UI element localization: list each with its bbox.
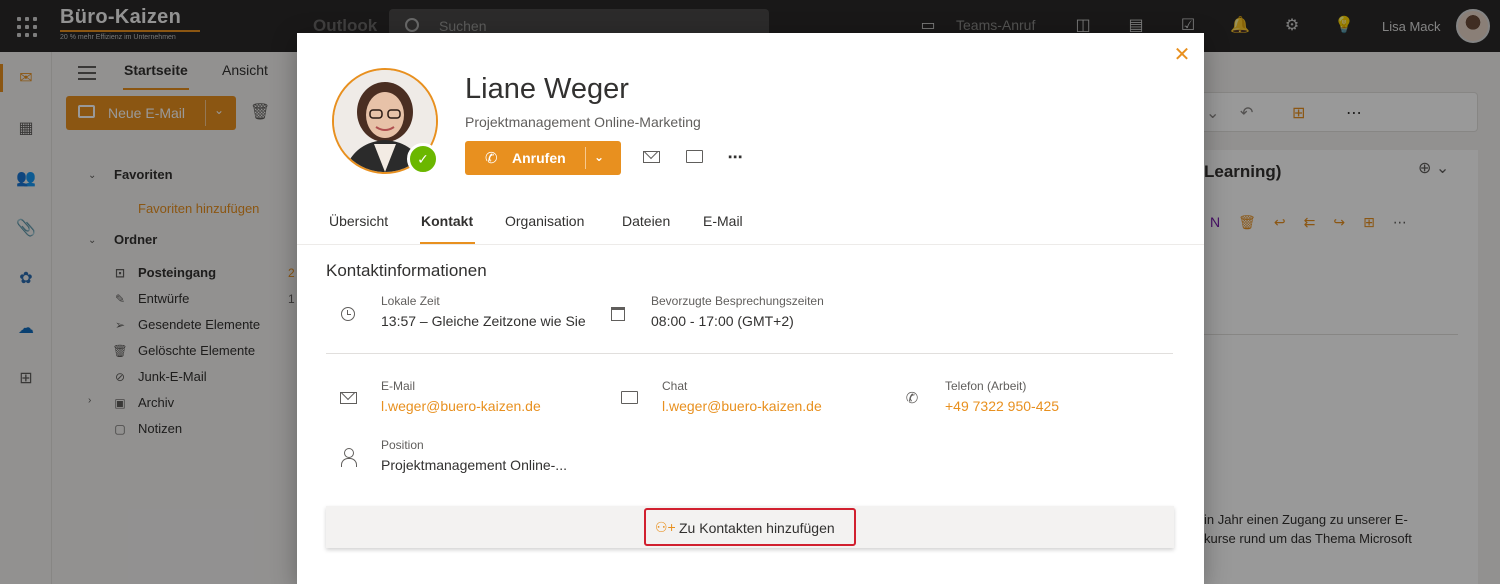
phone-link[interactable]: +49 7322 950-425 [945, 398, 1059, 414]
contact-job-title: Projektmanagement Online-Marketing [465, 114, 701, 130]
button-separator [585, 147, 586, 169]
calendar-clock-icon [608, 304, 628, 324]
more-icon[interactable]: ⋯ [724, 148, 746, 168]
section-title: Kontaktinformationen [326, 261, 487, 280]
mail-icon [642, 151, 660, 163]
local-time-label: Lokale Zeit [381, 294, 440, 308]
tab-email[interactable]: E-Mail [703, 213, 743, 229]
divider [326, 353, 1173, 354]
add-to-contacts-button[interactable]: ⚇+ Zu Kontakten hinzufügen [644, 508, 856, 546]
send-email-button[interactable] [640, 148, 662, 168]
call-button[interactable]: ✆ Anrufen ⌄ [465, 141, 621, 175]
close-icon[interactable]: ✕ [1172, 45, 1192, 65]
tab-organisation[interactable]: Organisation [505, 213, 584, 229]
meeting-times-value: 08:00 - 17:00 (GMT+2) [651, 313, 794, 329]
position-value: Projektmanagement Online-... [381, 457, 567, 473]
mail-icon [338, 389, 358, 409]
tab-kontakt[interactable]: Kontakt [421, 213, 473, 229]
contact-card: ✕ ✓ Liane Weger Projektmanagement Online… [297, 33, 1204, 584]
add-contact-bar: ⚇+ Zu Kontakten hinzufügen [326, 506, 1174, 548]
meeting-times-label: Bevorzugte Besprechungszeiten [651, 294, 824, 308]
chat-label: Chat [662, 379, 688, 393]
active-tab-indicator [420, 242, 475, 244]
tab-uebersicht[interactable]: Übersicht [329, 213, 388, 229]
chat-button[interactable] [683, 148, 705, 168]
clock-icon [338, 304, 358, 324]
contact-tabs: Übersicht Kontakt Organisation Dateien E… [297, 205, 1204, 245]
email-label: E-Mail [381, 379, 416, 393]
presence-available-icon: ✓ [407, 143, 439, 175]
phone-icon: ✆ [905, 390, 919, 407]
chevron-down-icon[interactable]: ⌄ [594, 150, 604, 164]
add-to-contacts-label: Zu Kontakten hinzufügen [679, 520, 835, 536]
person-icon [338, 448, 358, 468]
tab-dateien[interactable]: Dateien [622, 213, 670, 229]
phone-label: Telefon (Arbeit) [945, 379, 1027, 393]
position-label: Position [381, 438, 424, 452]
local-time-value: 13:57 – Gleiche Zeitzone wie Sie [381, 313, 586, 329]
call-label: Anrufen [512, 150, 566, 166]
person-add-icon: ⚇+ [655, 519, 676, 535]
chat-link[interactable]: l.weger@buero-kaizen.de [662, 398, 822, 414]
email-link[interactable]: l.weger@buero-kaizen.de [381, 398, 541, 414]
chat-icon [619, 389, 639, 409]
phone-icon: ✆ [485, 150, 498, 167]
chat-icon [685, 150, 703, 163]
contact-name: Liane Weger [465, 73, 629, 105]
